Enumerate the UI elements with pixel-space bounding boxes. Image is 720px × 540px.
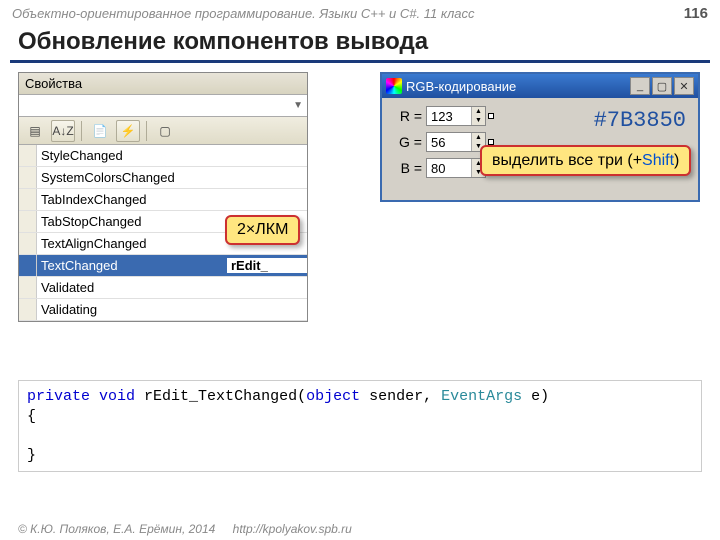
footer: © К.Ю. Поляков, Е.А. Ерёмин, 2014 http:/… [18, 522, 352, 536]
property-row[interactable]: TabIndexChanged [19, 189, 307, 211]
code-text: { [27, 408, 36, 425]
hex-value: #7B3850 [594, 108, 686, 133]
toolbar-separator [81, 121, 82, 141]
page-title: Обновление компонентов вывода [18, 28, 428, 56]
properties-panel-title: Свойства [19, 73, 307, 95]
numeric-updown[interactable]: 80▲▼ [426, 158, 486, 178]
property-name: TabStopChanged [37, 214, 227, 229]
callout-shift-key: Shift [642, 152, 674, 169]
keyword: void [99, 388, 135, 405]
properties-panel: Свойства ▼ ▤ A↓Z 📄 ⚡ ▢ StyleChanged Syste… [18, 72, 308, 322]
property-name: SystemColorsChanged [37, 170, 227, 185]
code-block: private void rEdit_TextChanged(object se… [18, 380, 702, 472]
rgb-window-title: RGB-кодирование [406, 79, 516, 94]
callout-text: ) [674, 152, 679, 169]
numeric-value: 80 [427, 161, 471, 176]
property-row[interactable]: StyleChanged [19, 145, 307, 167]
toolbar-separator [146, 121, 147, 141]
copyright: © К.Ю. Поляков, Е.А. Ерёмин, 2014 [18, 522, 215, 536]
categorized-button[interactable]: ▤ [23, 120, 47, 142]
numeric-value: 56 [427, 135, 471, 150]
property-row[interactable]: TextChangedrEdit_ [19, 255, 307, 277]
code-text: } [27, 447, 36, 464]
rgb-window-titlebar[interactable]: RGB-кодирование _ ▢ ✕ [382, 74, 698, 98]
maximize-button[interactable]: ▢ [652, 77, 672, 95]
property-name: Validated [37, 280, 227, 295]
rgb-label: G = [392, 134, 422, 150]
rgb-label: R = [392, 108, 422, 124]
property-value[interactable]: rEdit_ [227, 258, 307, 273]
numeric-updown[interactable]: 56▲▼ [426, 132, 486, 152]
callout-text: выделить все три (+ [492, 152, 642, 169]
events-button[interactable]: ⚡ [116, 120, 140, 142]
property-row[interactable]: Validating [19, 299, 307, 321]
keyword: object [306, 388, 360, 405]
property-name: TextAlignChanged [37, 236, 227, 251]
properties-button[interactable]: 📄 [88, 120, 112, 142]
property-name: TabIndexChanged [37, 192, 227, 207]
code-text: e) [522, 388, 549, 405]
minimize-button[interactable]: _ [630, 77, 650, 95]
spin-down-icon[interactable]: ▼ [472, 116, 485, 125]
rgb-label: B = [392, 160, 422, 176]
code-text: rEdit_TextChanged( [135, 388, 306, 405]
property-pages-button[interactable]: ▢ [153, 120, 177, 142]
close-button[interactable]: ✕ [674, 77, 694, 95]
rgb-window: RGB-кодирование _ ▢ ✕ R =123▲▼G =56▲▼B =… [380, 72, 700, 202]
code-text: sender, [360, 388, 441, 405]
properties-object-combo[interactable]: ▼ [19, 95, 307, 117]
footer-url: http://kpolyakov.spb.ru [233, 522, 352, 536]
numeric-value: 123 [427, 109, 471, 124]
type: EventArgs [441, 388, 522, 405]
property-name: TextChanged [37, 258, 227, 273]
numeric-updown[interactable]: 123▲▼ [426, 106, 486, 126]
breadcrumb: Объектно-ориентированное программировани… [12, 6, 475, 21]
title-underline [10, 60, 710, 63]
property-name: StyleChanged [37, 148, 227, 163]
app-icon [386, 78, 402, 94]
selection-handle[interactable] [488, 113, 494, 119]
page-number: 116 [684, 5, 708, 22]
property-row[interactable]: Validated [19, 277, 307, 299]
callout-select-all: выделить все три (+Shift) [480, 145, 691, 176]
spin-up-icon[interactable]: ▲ [472, 133, 485, 142]
spin-up-icon[interactable]: ▲ [472, 107, 485, 116]
property-name: Validating [37, 302, 227, 317]
properties-toolbar: ▤ A↓Z 📄 ⚡ ▢ [19, 117, 307, 145]
property-row[interactable]: SystemColorsChanged [19, 167, 307, 189]
callout-double-click: 2×ЛКМ [225, 215, 300, 245]
keyword: private [27, 388, 90, 405]
alphabetical-button[interactable]: A↓Z [51, 120, 75, 142]
chevron-down-icon: ▼ [293, 100, 303, 111]
